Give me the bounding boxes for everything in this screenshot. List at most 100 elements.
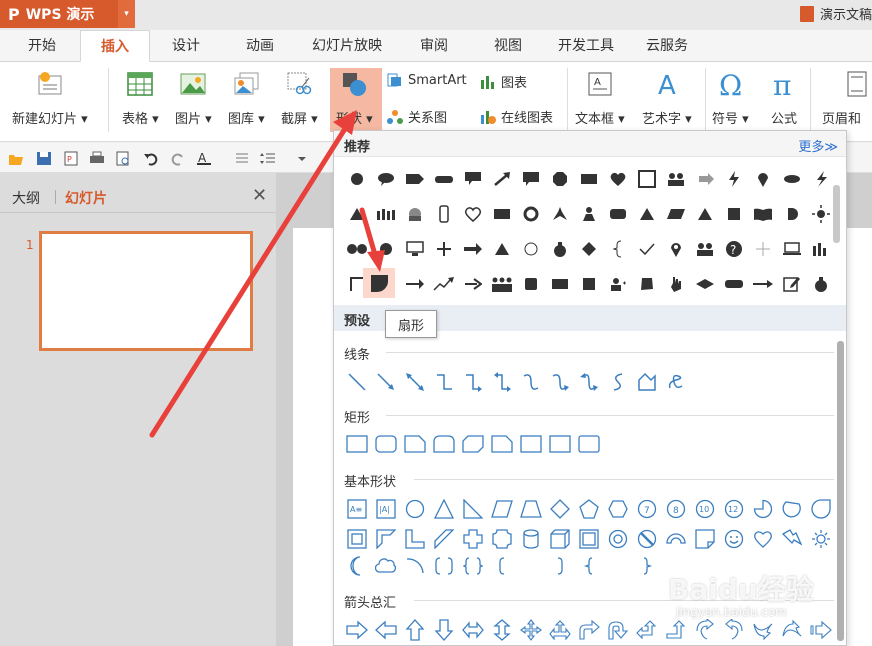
parallelogram-outline-shape[interactable] <box>487 494 516 524</box>
phone-shape[interactable] <box>429 199 458 229</box>
dodecagon-shape[interactable]: 12 <box>719 494 748 524</box>
tab-view[interactable]: 视图 <box>486 30 550 62</box>
more-shapes-link[interactable]: 更多≫ <box>798 136 838 155</box>
diamond-flat-shape[interactable] <box>690 269 719 299</box>
right-block-arrow-shape[interactable] <box>342 615 371 645</box>
pyramid-shape[interactable] <box>690 199 719 229</box>
diamond-outline-shape[interactable] <box>545 494 574 524</box>
laptop-shape[interactable] <box>777 234 806 264</box>
isosceles-triangle-shape[interactable] <box>429 494 458 524</box>
curved-right-arrow-shape[interactable] <box>690 615 719 645</box>
l-shape[interactable] <box>400 524 429 554</box>
vertical-textbox-shape[interactable]: |A| <box>371 494 400 524</box>
table-button[interactable]: 表格 ▾ <box>122 68 159 127</box>
close-icon[interactable]: ✕ <box>252 185 267 206</box>
wordart-button[interactable]: A 艺术字 ▾ <box>642 68 692 127</box>
tab-design[interactable]: 设计 <box>164 30 238 62</box>
diagonal-stripe-shape[interactable] <box>429 524 458 554</box>
lightning-shape[interactable] <box>719 164 748 194</box>
left-right-arrow-shape[interactable] <box>458 615 487 645</box>
rounded-rectangle-shape[interactable] <box>371 429 400 459</box>
shape-button[interactable]: 形状 ▾ <box>336 68 373 127</box>
tab-home[interactable]: 开始 <box>20 30 80 62</box>
online-chart-button[interactable]: 在线图表 <box>480 107 553 126</box>
parallelogram-shape[interactable] <box>661 199 690 229</box>
elbow-arrow-connector-shape[interactable] <box>458 367 487 397</box>
left-bracket-shape[interactable] <box>487 551 516 581</box>
open-folder-icon[interactable] <box>8 151 24 166</box>
curved-arrow-connector-shape[interactable] <box>545 367 574 397</box>
money-bag-shape[interactable] <box>545 234 574 264</box>
pie-shape[interactable] <box>748 494 777 524</box>
tab-animation[interactable]: 动画 <box>238 30 304 62</box>
person-shape[interactable] <box>574 199 603 229</box>
user-add-shape[interactable] <box>603 269 632 299</box>
moon-shape[interactable] <box>342 551 371 581</box>
diagonal-arrow-shape[interactable] <box>487 164 516 194</box>
relation-diagram-button[interactable]: 关系图 <box>387 107 447 126</box>
curved-left-arrow-shape[interactable] <box>719 615 748 645</box>
pentagon-shape[interactable] <box>574 494 603 524</box>
right-arrow-shape[interactable] <box>458 234 487 264</box>
trend-line-shape[interactable] <box>429 269 458 299</box>
callout-rect-shape[interactable] <box>516 164 545 194</box>
brace-shape[interactable] <box>603 234 632 264</box>
textbox-shape[interactable]: A≡ <box>342 494 371 524</box>
sun-shape[interactable] <box>806 199 835 229</box>
striped-right-arrow-shape[interactable] <box>806 615 835 645</box>
pentagon-arrow-shape[interactable] <box>400 164 429 194</box>
cloud-shape[interactable] <box>371 551 400 581</box>
snip-corner-rect-shape[interactable] <box>400 429 429 459</box>
curved-up-arrow-shape[interactable] <box>748 615 777 645</box>
elbow-double-arrow-shape[interactable] <box>487 367 516 397</box>
arc-shape[interactable] <box>400 551 429 581</box>
curve-shape[interactable] <box>603 367 632 397</box>
print-preview-icon[interactable] <box>115 151 131 166</box>
smartart-button[interactable]: SmartArt <box>387 72 467 88</box>
block-arc-shape[interactable] <box>661 524 690 554</box>
oval-shape[interactable] <box>400 494 429 524</box>
rectangle-shape[interactable] <box>545 429 574 459</box>
textbox-button[interactable]: A 文本框 ▾ <box>575 68 625 127</box>
people-shape[interactable] <box>661 164 690 194</box>
elbow-connector-shape[interactable] <box>429 367 458 397</box>
arrow-right-line-shape[interactable] <box>400 269 429 299</box>
up-down-arrow-shape[interactable] <box>487 615 516 645</box>
right-triangle-shape[interactable] <box>458 494 487 524</box>
rectangle-shape[interactable] <box>342 429 371 459</box>
decagon-shape[interactable]: 10 <box>690 494 719 524</box>
pin-shape[interactable] <box>748 164 777 194</box>
line-spacing-icon[interactable] <box>260 151 276 166</box>
tab-slideshow[interactable]: 幻灯片放映 <box>304 30 412 62</box>
rounded-rect-shape[interactable] <box>719 269 748 299</box>
crowd-shape[interactable] <box>371 199 400 229</box>
globe-shape[interactable] <box>400 199 429 229</box>
can-shape[interactable] <box>516 524 545 554</box>
callout-shape[interactable] <box>458 164 487 194</box>
rounded-rectangle-shape[interactable] <box>574 429 603 459</box>
freeform-shape[interactable] <box>632 367 661 397</box>
two-circles-shape[interactable] <box>342 234 371 264</box>
left-right-up-arrow-shape[interactable] <box>545 615 574 645</box>
trapezoid-shape[interactable] <box>516 494 545 524</box>
rect-shape[interactable] <box>545 269 574 299</box>
location-shape[interactable] <box>661 234 690 264</box>
heart-outline-shape[interactable] <box>748 524 777 554</box>
half-frame-shape[interactable] <box>371 524 400 554</box>
bent-up-arrow-shape[interactable] <box>661 615 690 645</box>
frame-shape[interactable] <box>632 164 661 194</box>
rounded-rect-shape[interactable] <box>429 164 458 194</box>
rounded-rect-shape[interactable] <box>603 199 632 229</box>
up-block-arrow-shape[interactable] <box>400 615 429 645</box>
recommended-scrollbar[interactable] <box>833 185 840 243</box>
tab-developer[interactable]: 开发工具 <box>550 30 638 62</box>
tab-review[interactable]: 审阅 <box>412 30 486 62</box>
snip-diagonal-rect-shape[interactable] <box>458 429 487 459</box>
octagon-shape[interactable] <box>545 164 574 194</box>
bent-arrow-shape[interactable] <box>574 615 603 645</box>
diamond-shape[interactable] <box>574 234 603 264</box>
checkmark-shape[interactable] <box>632 234 661 264</box>
half-circle-shape[interactable] <box>777 199 806 229</box>
u-turn-arrow-shape[interactable] <box>603 615 632 645</box>
curved-double-arrow-shape[interactable] <box>574 367 603 397</box>
